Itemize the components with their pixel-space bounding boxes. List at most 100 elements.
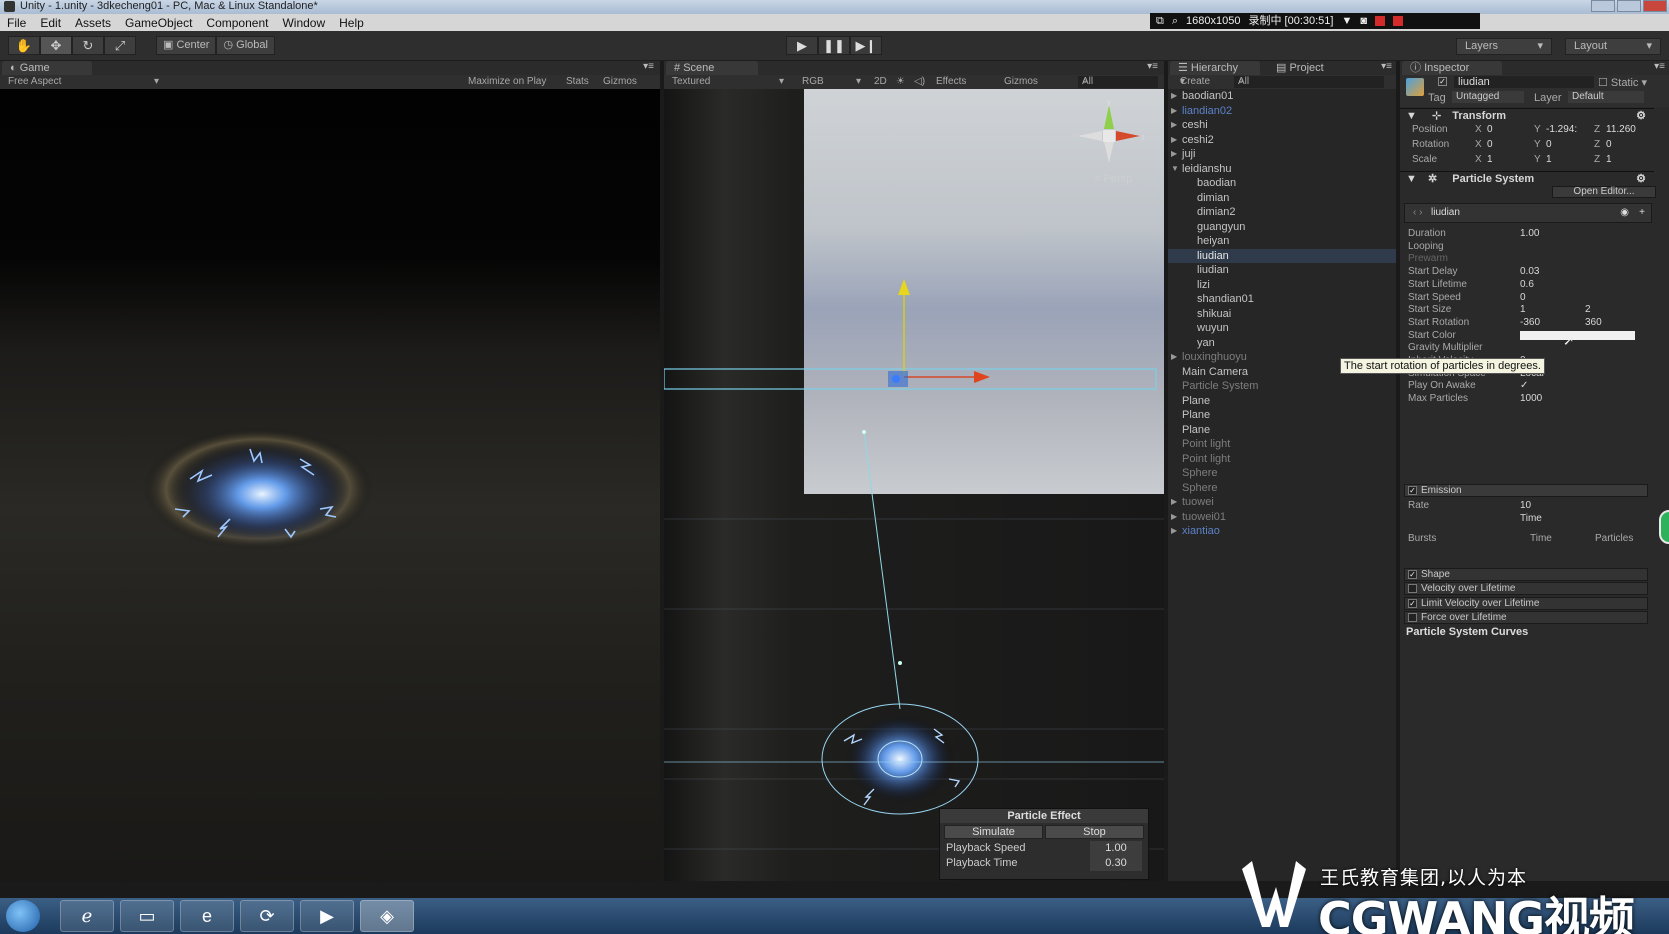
tab-game[interactable]: ◐ Game [2,61,92,75]
particle-system-header[interactable]: ▼ ✲ Particle System ⚙ [1400,171,1654,186]
audio-toggle-icon[interactable]: ◁) [914,75,925,89]
transform-header[interactable]: ▼ ⊹ Transform ⚙ [1400,108,1654,123]
layer-dropdown[interactable]: Default [1568,91,1644,103]
rotate-tool-icon[interactable]: ↻ [72,36,104,55]
gizmos-dropdown[interactable]: Gizmos [1004,75,1038,89]
hierarchy-item[interactable]: heiyan [1168,234,1396,249]
step-button[interactable]: ▶❙ [850,36,882,55]
layers-dropdown[interactable]: Layers ▾ [1456,38,1552,55]
sync-app-icon[interactable]: ⟳ [240,900,294,932]
hierarchy-item[interactable]: Plane [1168,408,1396,423]
panel-menu-icon[interactable]: ▾≡ [1654,61,1665,72]
render-mode-dropdown[interactable]: RGB [802,75,824,89]
hierarchy-item[interactable]: ▼ leidianshu [1168,162,1396,177]
module-checkbox[interactable] [1408,612,1417,622]
ps-property-value[interactable]: 1.00 [1520,227,1539,241]
menu-file[interactable]: File [0,16,33,30]
menu-gameobject[interactable]: GameObject [118,16,199,30]
effects-dropdown[interactable]: Effects [936,75,966,89]
ps-property-value-max[interactable]: 2 [1585,303,1591,317]
y-axis-arrow-icon[interactable] [898,279,910,295]
module-checkbox[interactable] [1408,584,1417,594]
collapse-arrow-icon[interactable]: ▶ [1171,495,1177,510]
hierarchy-item[interactable]: ▶ xiantiao [1168,524,1396,539]
hierarchy-item[interactable]: liudian [1168,263,1396,278]
collapse-icon[interactable]: ‹ › [1413,207,1422,218]
emission-module[interactable]: ✓ Emission [1404,484,1648,497]
rate-field[interactable]: 10 [1520,499,1531,513]
camera-icon[interactable]: ◙ [1360,13,1367,29]
open-editor-button[interactable]: Open Editor... [1552,186,1656,198]
collapse-arrow-icon[interactable]: ▶ [1171,147,1177,162]
position-x-field[interactable]: 0 [1487,123,1493,137]
ps-property-value[interactable]: 0 [1520,291,1526,305]
media-player-icon[interactable]: ▶ [300,900,354,932]
tab-scene[interactable]: # Scene [666,61,758,75]
component-settings-icon[interactable]: ⚙ [1636,172,1646,187]
hierarchy-item[interactable]: ▶ baodian01 [1168,89,1396,104]
play-button[interactable]: ▶ [786,36,818,55]
panel-menu-icon[interactable]: ▾≡ [643,61,654,72]
panel-menu-icon[interactable]: ▾≡ [1147,61,1158,72]
module-checkbox[interactable]: ✓ [1408,598,1417,608]
ps-property-value[interactable]: ✓ [1520,379,1528,393]
particle-module-row[interactable]: Velocity over Lifetime [1404,582,1648,596]
ie-browser-icon[interactable]: ℯ [60,900,114,932]
menu-component[interactable]: Component [199,16,275,30]
scale-x-field[interactable]: 1 [1487,153,1493,167]
collapse-arrow-icon[interactable]: ▶ [1171,118,1177,133]
x-axis-arrow-icon[interactable] [974,371,990,383]
emission-checkbox[interactable]: ✓ [1408,486,1417,495]
collapse-arrow-icon[interactable]: ▶ [1171,133,1177,148]
stop-record-icon[interactable] [1393,16,1404,26]
hierarchy-item[interactable]: lizi [1168,278,1396,293]
layout-dropdown[interactable]: Layout ▾ [1565,38,1661,55]
stop-button[interactable]: Stop [1045,825,1144,839]
hierarchy-item[interactable]: baodian [1168,176,1396,191]
hierarchy-item[interactable]: ▶ ceshi2 [1168,133,1396,148]
particle-module-row[interactable]: Force over Lifetime [1404,610,1648,624]
collapse-arrow-icon[interactable]: ▶ [1171,104,1177,119]
menu-help[interactable]: Help [332,16,371,30]
rate-mode-dropdown[interactable]: Time [1520,512,1542,526]
hierarchy-item[interactable]: Plane [1168,394,1396,409]
rotation-y-field[interactable]: 0 [1546,138,1552,152]
floating-assistant-icon[interactable] [1659,510,1669,544]
file-explorer-icon[interactable]: ▭ [120,900,174,932]
hierarchy-item[interactable]: ▶ ceshi [1168,118,1396,133]
component-settings-icon[interactable]: ⚙ [1636,109,1646,124]
particle-module-row[interactable]: ✓ Limit Velocity over Lifetime [1404,596,1648,610]
persp-label[interactable]: < Persp [1094,173,1132,185]
minimize-button[interactable] [1591,0,1615,12]
hierarchy-item[interactable]: dimian2 [1168,205,1396,220]
browser-icon[interactable]: e [180,900,234,932]
hierarchy-search-input[interactable]: ⌕ All [1234,76,1384,88]
start-menu-icon[interactable] [6,900,40,932]
playback-speed-field[interactable]: 1.00 [1090,841,1142,856]
ps-property-value[interactable]: 0.6 [1520,278,1534,292]
hierarchy-item[interactable]: dimian [1168,191,1396,206]
game-viewport[interactable] [0,89,660,881]
hierarchy-item[interactable]: ▶ tuowei01 [1168,510,1396,525]
scale-y-field[interactable]: 1 [1546,153,1552,167]
hierarchy-item[interactable]: Particle System [1168,379,1396,394]
hierarchy-item[interactable]: liudian [1168,248,1396,263]
add-icon[interactable]: + [1639,207,1645,218]
hand-tool-icon[interactable]: ✋ [8,36,40,55]
gizmos-dropdown[interactable]: Gizmos [603,75,637,89]
ps-property-value[interactable]: 1000 [1520,392,1542,406]
collapse-arrow-icon[interactable]: ▶ [1171,510,1177,525]
ps-property-value-max[interactable]: 360 [1585,316,1602,330]
hierarchy-item[interactable]: shandian01 [1168,292,1396,307]
object-name-field[interactable]: liudian [1454,76,1594,88]
aspect-dropdown[interactable]: Free Aspect [8,75,61,89]
static-toggle[interactable]: ☐ Static ▾ [1598,76,1647,89]
pause-button[interactable]: ❚❚ [818,36,850,55]
active-checkbox[interactable]: ✓ [1438,77,1447,86]
hierarchy-item[interactable]: Sphere [1168,466,1396,481]
space-global-toggle[interactable]: ◷ Global [216,36,275,55]
tab-project[interactable]: ▤ Project [1268,61,1358,75]
menu-edit[interactable]: Edit [33,16,68,30]
unity-taskbar-icon[interactable]: ◈ [360,900,414,932]
tab-inspector[interactable]: ⓘ Inspector [1402,61,1502,75]
